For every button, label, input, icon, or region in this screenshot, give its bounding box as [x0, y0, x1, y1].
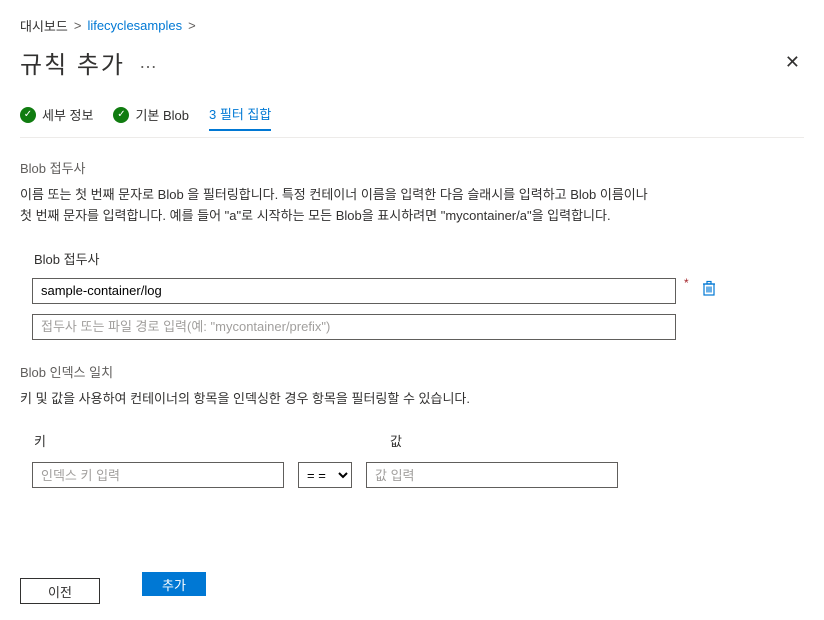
check-icon: ✓ [113, 107, 129, 123]
prefix-field-label: Blob 접두사 [34, 249, 804, 268]
wizard-step-label: 기본 Blob [135, 105, 189, 124]
index-operator-select[interactable]: = = [298, 462, 352, 488]
wizard-step-label: 3 필터 집합 [209, 104, 271, 123]
prefix-section-title: Blob 접두사 [20, 158, 804, 177]
wizard-step-base-blob[interactable]: ✓ 기본 Blob [113, 105, 189, 130]
page-title: 규칙 추가 [20, 45, 125, 80]
kv-value-header: 값 [390, 431, 402, 450]
delete-icon[interactable] [701, 280, 717, 301]
check-icon: ✓ [20, 107, 36, 123]
index-section: Blob 인덱스 일치 키 및 값을 사용하여 컨테이너의 항목을 인덱싱한 경… [20, 362, 804, 489]
kv-key-header: 키 [34, 431, 390, 450]
wizard-step-filter-set[interactable]: 3 필터 집합 [209, 104, 271, 131]
breadcrumb-link-lifecyclesamples[interactable]: lifecyclesamples [87, 18, 182, 33]
prefix-input-2[interactable] [32, 314, 676, 340]
breadcrumb-root[interactable]: 대시보드 [20, 16, 68, 35]
prefix-input-row-2 [20, 314, 804, 340]
chevron-right-icon: > [74, 18, 82, 33]
page-header: 규칙 추가 … ✕ [20, 45, 804, 80]
index-key-input[interactable] [32, 462, 284, 488]
more-icon[interactable]: … [139, 52, 157, 73]
required-mark: * [684, 276, 689, 290]
index-section-title: Blob 인덱스 일치 [20, 362, 804, 381]
index-section-description: 키 및 값을 사용하여 컨테이너의 항목을 인덱싱한 경우 항목을 필터링할 수… [20, 389, 804, 410]
add-button[interactable]: 추가 [142, 572, 206, 596]
close-icon: ✕ [785, 52, 800, 72]
divider [20, 137, 804, 138]
prefix-input-1[interactable] [32, 278, 676, 304]
wizard-step-details[interactable]: ✓ 세부 정보 [20, 105, 93, 130]
previous-button[interactable]: 이전 [20, 578, 100, 604]
chevron-right-icon: > [188, 18, 196, 33]
kv-header-row: 키 값 [20, 431, 804, 450]
page-title-wrap: 규칙 추가 … [20, 45, 157, 80]
close-button[interactable]: ✕ [781, 48, 804, 77]
prefix-section-description: 이름 또는 첫 번째 문자로 Blob 을 필터링합니다. 특정 컨테이너 이름… [20, 185, 804, 227]
action-row: 이전 추가 [20, 578, 804, 604]
prefix-input-row-1: * [20, 278, 804, 304]
wizard-step-label: 세부 정보 [42, 105, 93, 124]
index-value-input[interactable] [366, 462, 618, 488]
wizard-steps: ✓ 세부 정보 ✓ 기본 Blob 3 필터 집합 [20, 104, 804, 131]
kv-input-row: = = [20, 462, 804, 488]
prefix-section: Blob 접두사 이름 또는 첫 번째 문자로 Blob 을 필터링합니다. 특… [20, 158, 804, 340]
breadcrumb: 대시보드 > lifecyclesamples > [20, 16, 804, 35]
